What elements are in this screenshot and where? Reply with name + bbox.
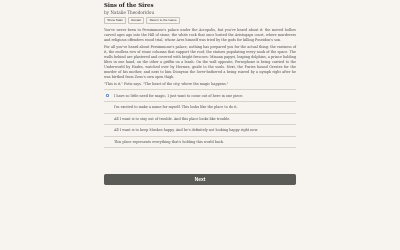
restart-button[interactable]: Restart xyxy=(128,17,145,25)
choice-option[interactable]: All I want is to keep Muskos happy. And … xyxy=(104,125,296,137)
story-paragraph: You've never been to Persimmone's palace… xyxy=(104,28,296,42)
story-paragraph: For all you've heard about Persimmone's … xyxy=(104,45,296,79)
show-stats-button[interactable]: Show Stats xyxy=(104,17,127,25)
next-button[interactable]: Next xyxy=(104,174,296,185)
choice-label: I have so little need for magic, I just … xyxy=(114,93,244,98)
choice-option[interactable]: I'm excited to make a name for myself. T… xyxy=(104,102,296,114)
choice-label: I'm excited to make a name for myself. T… xyxy=(114,105,238,110)
story-paragraph: "This is it," Fotis says. "The heart of … xyxy=(104,82,229,87)
choice-label: All I want is to stay out of trouble. An… xyxy=(114,116,231,121)
choice-label: All I want is to keep Muskos happy. And … xyxy=(114,128,259,133)
story-page: Sins of the Sires by Natalie Theodoridou… xyxy=(104,3,296,185)
toolbar: Show Stats Restart Return to the Game xyxy=(104,17,296,25)
return-to-game-button[interactable]: Return to the Game xyxy=(146,17,180,25)
game-title: Sins of the Sires xyxy=(104,3,154,9)
choice-option[interactable]: All I want is to stay out of trouble. An… xyxy=(104,114,296,126)
choice-option[interactable]: I have so little need for magic, I just … xyxy=(104,90,296,102)
choice-list: I have so little need for magic, I just … xyxy=(104,89,296,149)
author-byline: by Natalie Theodoridou xyxy=(104,10,155,15)
choice-option[interactable]: This place represents everything that's … xyxy=(104,137,296,149)
choice-label: This place represents everything that's … xyxy=(114,140,224,144)
